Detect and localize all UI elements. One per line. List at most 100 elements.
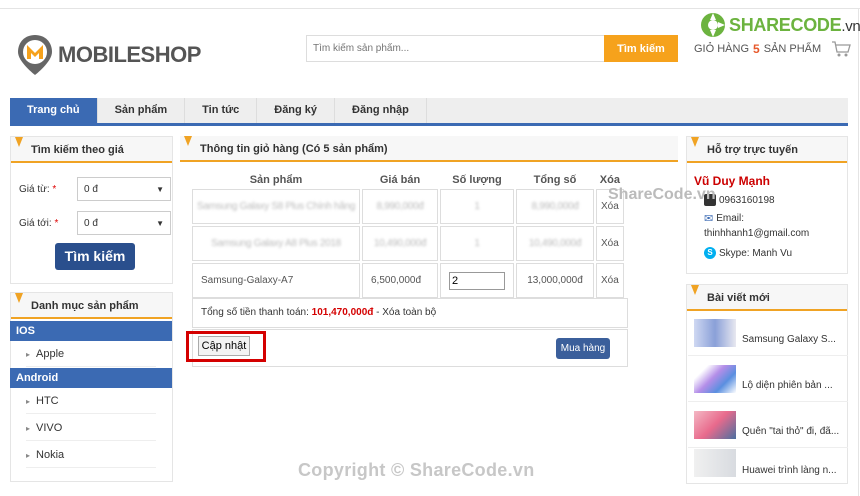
nav-products[interactable]: Sản phẩm bbox=[98, 98, 186, 123]
col-delete: Xóa bbox=[599, 174, 620, 186]
nav-news[interactable]: Tin tức bbox=[185, 98, 258, 123]
price-from-label: Giá từ: * bbox=[19, 184, 77, 195]
category-item-vivo[interactable]: VIVO bbox=[26, 415, 156, 441]
total-amount: 101,470,000đ bbox=[311, 307, 374, 318]
skype-icon: S bbox=[704, 247, 716, 259]
qty-value: 1 bbox=[474, 201, 480, 212]
news-item[interactable]: Lộ diện phiên bản ... bbox=[688, 356, 848, 402]
news-item[interactable]: Samsung Galaxy S... bbox=[688, 310, 848, 356]
nav-register[interactable]: Đăng ký bbox=[257, 98, 336, 123]
nav-login[interactable]: Đăng nhập bbox=[335, 98, 427, 123]
table-row: Samsung Galaxy S8 Plus Chính hãng 8,990,… bbox=[192, 189, 624, 224]
category-title: Danh mục sản phẩm bbox=[11, 293, 172, 319]
col-qty: Số lượng bbox=[452, 174, 502, 186]
buy-button[interactable]: Mua hàng bbox=[556, 338, 610, 359]
news-item-title: Huawei trình làng n... bbox=[742, 464, 837, 476]
total-value: 8,990,000đ bbox=[531, 201, 579, 212]
row-qty bbox=[440, 263, 514, 298]
price-to-label-text: Giá tới: bbox=[19, 217, 52, 229]
copyright-watermark: Copyright © ShareCode.vn bbox=[298, 460, 535, 480]
sharecode-watermark-logo: SHARECODE.vn bbox=[700, 12, 860, 38]
table-row: Samsung-Galaxy-A7 6,500,000đ 13,000,000đ… bbox=[192, 263, 624, 298]
required-mark: * bbox=[54, 217, 59, 229]
cart-count: 5 bbox=[753, 42, 760, 56]
phone-number: 0963160198 bbox=[719, 194, 775, 206]
product-name: Samsung Galaxy A8 Plus 2018 bbox=[211, 238, 341, 249]
highlight-box bbox=[186, 331, 266, 362]
news-item-title: Samsung Galaxy S... bbox=[742, 334, 836, 345]
delete-link[interactable]: Xóa bbox=[596, 263, 624, 298]
email-icon: ✉ bbox=[704, 213, 714, 225]
news-thumbnail bbox=[694, 449, 736, 477]
clear-all-link[interactable]: - Xóa toàn bộ bbox=[376, 307, 436, 318]
cart-title: Thông tin giỏ hàng (Có 5 sản phẩm) bbox=[180, 136, 678, 162]
row-price: 8,990,000đ bbox=[362, 189, 438, 224]
col-total: Tổng số bbox=[533, 174, 577, 186]
category-group-ios[interactable]: IOS bbox=[10, 321, 172, 341]
row-price: 6,500,000đ bbox=[362, 263, 438, 298]
sharecode-brand: SHARECODE bbox=[729, 14, 842, 35]
news-thumbnail bbox=[694, 410, 736, 439]
price-search-button[interactable]: Tìm kiếm bbox=[55, 243, 135, 270]
logo-text: MOBILESHOP bbox=[58, 42, 201, 67]
total-value: 10,490,000đ bbox=[528, 238, 582, 249]
support-email: ✉ Email: bbox=[704, 212, 744, 225]
price-from-label-text: Giá từ: bbox=[19, 183, 50, 195]
search-button[interactable]: Tìm kiếm bbox=[604, 35, 678, 62]
row-qty: 1 bbox=[440, 189, 514, 224]
cart-suffix: SẢN PHẨM bbox=[763, 43, 822, 55]
news-thumbnail bbox=[694, 364, 736, 393]
main-nav: Trang chủ Sản phẩm Tin tức Đăng ký Đăng … bbox=[10, 98, 848, 126]
category-item-htc[interactable]: HTC bbox=[26, 388, 156, 414]
price-to-row: Giá tới: * 0 đ ▼ bbox=[19, 211, 171, 235]
cart-summary[interactable]: GIỎ HÀNG 5 SẢN PHẨM bbox=[694, 41, 852, 57]
row-qty: 1 bbox=[440, 226, 514, 261]
delete-link[interactable]: Xóa bbox=[596, 226, 624, 261]
price-from-row: Giá từ: * 0 đ ▼ bbox=[19, 177, 171, 201]
product-name: Samsung Galaxy S8 Plus Chính hãng bbox=[197, 201, 355, 212]
dropdown-arrow-icon: ▼ bbox=[156, 184, 164, 194]
price-search-title: Tìm kiếm theo giá bbox=[11, 137, 172, 163]
search-input[interactable] bbox=[306, 35, 604, 62]
category-group-android[interactable]: Android bbox=[10, 368, 172, 388]
row-product: Samsung Galaxy A8 Plus 2018 bbox=[192, 226, 360, 261]
price-value: 8,990,000đ bbox=[376, 201, 424, 212]
right-border bbox=[858, 8, 859, 496]
qty-value: 1 bbox=[474, 238, 480, 249]
price-to-value: 0 đ bbox=[84, 217, 98, 229]
price-value: 10,490,000đ bbox=[373, 238, 427, 249]
support-title: Hỗ trợ trực tuyến bbox=[687, 137, 847, 163]
quantity-input[interactable] bbox=[449, 271, 505, 290]
row-product: Samsung Galaxy S8 Plus Chính hãng bbox=[192, 189, 360, 224]
email-label: Email: bbox=[716, 213, 745, 224]
total-label: Tổng số tiền thanh toán: bbox=[201, 307, 309, 318]
skype-label: Skype: Manh Vu bbox=[719, 247, 793, 259]
col-price: Giá bán bbox=[379, 174, 421, 186]
category-item-apple[interactable]: Apple bbox=[26, 341, 156, 367]
sharecode-tld: .vn bbox=[841, 17, 860, 35]
sharecode-icon bbox=[701, 13, 725, 37]
sharecode-text: SHARECODE.vn bbox=[729, 15, 860, 36]
logo-pin-icon bbox=[16, 34, 54, 76]
news-item-title: Lộ diện phiên bản ... bbox=[742, 380, 833, 391]
price-from-select[interactable]: 0 đ ▼ bbox=[77, 177, 171, 201]
row-total: 8,990,000đ bbox=[516, 189, 594, 224]
nav-home[interactable]: Trang chủ bbox=[10, 98, 98, 123]
row-total: 10,490,000đ bbox=[516, 226, 594, 261]
price-from-value: 0 đ bbox=[84, 183, 98, 195]
table-row: Samsung Galaxy A8 Plus 2018 10,490,000đ … bbox=[192, 226, 624, 261]
cart-prefix: GIỎ HÀNG bbox=[694, 43, 750, 55]
price-to-label: Giá tới: * bbox=[19, 218, 77, 229]
price-to-select[interactable]: 0 đ ▼ bbox=[77, 211, 171, 235]
site-logo[interactable]: MOBILESHOP bbox=[16, 34, 201, 76]
shopping-cart-icon bbox=[832, 41, 852, 57]
cart-table: Sản phẩm Giá bán Số lượng Tổng số Xóa Sa… bbox=[190, 171, 628, 300]
support-email-value[interactable]: thinhhanh1@gmail.com bbox=[704, 228, 809, 239]
support-skype[interactable]: S Skype: Manh Vu bbox=[704, 247, 792, 259]
category-item-nokia[interactable]: Nokia bbox=[26, 442, 156, 468]
row-total: 13,000,000đ bbox=[516, 263, 594, 298]
col-product: Sản phẩm bbox=[249, 174, 303, 186]
news-item-title: Quên "tai thỏ" đi, đã... bbox=[742, 426, 840, 437]
news-item[interactable]: Huawei trình làng n... bbox=[688, 440, 848, 486]
row-product: Samsung-Galaxy-A7 bbox=[192, 263, 360, 298]
